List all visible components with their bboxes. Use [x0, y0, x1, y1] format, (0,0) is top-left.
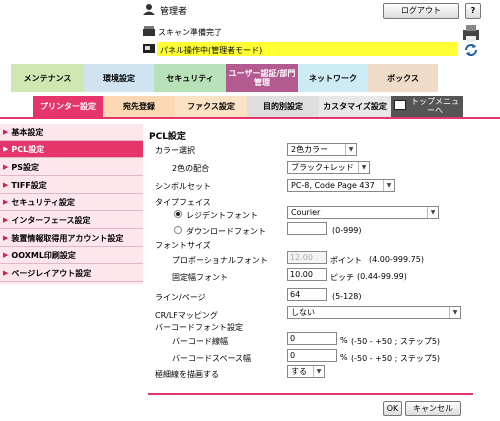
barcode-font-label: バーコードフォント設定 [155, 323, 243, 332]
sidebar-item-ps[interactable]: ▶ PS設定 [0, 159, 143, 176]
arrow-icon: ▶ [3, 145, 9, 153]
two-color-label: 2色の配合 [172, 164, 210, 173]
color-select-label: カラー選択 [155, 146, 195, 155]
cancel-button[interactable]: キャンセル [405, 401, 461, 416]
arrow-icon: ▶ [3, 198, 9, 206]
proportional-unit: ポイント [330, 256, 362, 265]
chevron-down-icon: ▼ [358, 162, 369, 173]
download-font-label: ダウンロードフォント [186, 227, 266, 236]
chevron-down-icon: ▼ [383, 180, 394, 191]
arrow-icon: ▶ [3, 181, 9, 189]
fixed-pitch-unit: ピッチ [330, 273, 354, 282]
panel-icon [142, 42, 156, 54]
symbol-set-label: シンボルセット [155, 182, 211, 191]
page-title: PCL設定 [149, 132, 186, 142]
proportional-font-label: プロポーショナルフォント [172, 256, 268, 265]
chevron-down-icon: ▼ [345, 144, 356, 155]
chevron-down-icon: ▼ [449, 307, 460, 318]
crlf-mapping-label: CR/LFマッピング [155, 311, 218, 320]
sidebar-item-ooxml[interactable]: ▶ OOXML印刷設定 [0, 247, 143, 264]
bar-space-range: (-50 - +50 ; ステップ5) [351, 354, 441, 363]
font-size-label: フォントサイズ [155, 241, 211, 250]
tab-divider [0, 117, 500, 119]
arrow-icon: ▶ [3, 269, 9, 277]
tab-network[interactable]: ネットワーク [298, 64, 368, 92]
bar-width-label: バーコード線幅 [172, 337, 228, 346]
tab-box[interactable]: ボックス [368, 64, 438, 92]
tab-environment[interactable]: 環境設定 [84, 64, 154, 92]
fixed-pitch-input[interactable]: 10.00 [287, 268, 327, 281]
resident-font-radio[interactable] [174, 210, 182, 218]
arrow-icon: ▶ [3, 128, 9, 136]
scanner-icon [142, 25, 156, 37]
printer-icon [460, 22, 482, 44]
refresh-icon[interactable] [463, 42, 479, 58]
sidebar-item-basic[interactable]: ▶ 基本設定 [0, 124, 143, 141]
lines-per-page-input[interactable]: 64 [287, 288, 327, 301]
typeface-label: タイプフェイス [155, 198, 211, 207]
tab-purpose-settings[interactable]: 目的別設定 [247, 96, 319, 117]
chevron-down-icon: ▼ [427, 207, 438, 218]
help-button[interactable]: ? [465, 3, 481, 19]
arrow-icon: ▶ [3, 216, 9, 224]
arrow-icon: ▶ [3, 234, 9, 242]
sidebar-item-pcl[interactable]: ▶ PCL設定 [0, 141, 143, 158]
bar-space-unit: % [340, 353, 348, 362]
ok-button[interactable]: OK [383, 401, 402, 416]
sidebar-item-interface[interactable]: ▶ インターフェース設定 [0, 212, 143, 229]
tab-customize-settings[interactable]: カスタマイズ設定 [319, 96, 391, 117]
bar-space-label: バーコードスペース幅 [172, 354, 252, 363]
fixed-pitch-label: 固定幅フォント [172, 273, 228, 282]
sidebar-item-security[interactable]: ▶ セキュリティ設定 [0, 194, 143, 211]
top-menu-button[interactable]: トップメニューへ [391, 96, 463, 117]
download-font-radio[interactable] [174, 226, 182, 234]
chevron-down-icon: ▼ [313, 366, 324, 377]
resident-font-select[interactable]: Courier ▼ [287, 206, 439, 219]
arrow-icon: ▶ [3, 163, 9, 171]
bar-width-unit: % [340, 336, 348, 345]
sidebar-item-tiff[interactable]: ▶ TIFF設定 [0, 177, 143, 194]
top-menu-label: トップメニューへ [411, 97, 459, 115]
color-select[interactable]: 2色カラー ▼ [287, 143, 357, 156]
tab-address-registration[interactable]: 宛先登録 [103, 96, 175, 117]
sidebar-item-device-info-account[interactable]: ▶ 装置情報取得用アカウント設定 [0, 230, 143, 247]
scan-status: スキャン準備完了 [158, 28, 222, 37]
download-font-range: (0-999) [332, 226, 362, 235]
bar-space-input[interactable]: 0 [287, 349, 337, 362]
arrow-icon: ▶ [3, 251, 9, 259]
thin-line-label: 極細線を描画する [155, 370, 219, 379]
download-font-input[interactable] [287, 222, 327, 235]
proportional-font-input: 12.00 [287, 251, 327, 264]
bar-width-input[interactable]: 0 [287, 332, 337, 345]
lines-per-page-range: (5-128) [332, 292, 362, 301]
tab-printer-settings[interactable]: プリンター設定 [33, 96, 103, 117]
fixed-pitch-range: (0.44-99.99) [357, 272, 407, 281]
tab-maintenance[interactable]: メンテナンス [11, 64, 84, 92]
symbol-set-select[interactable]: PC-8, Code Page 437 ▼ [287, 179, 395, 192]
crlf-mapping-select[interactable]: しない ▼ [287, 306, 461, 319]
sidebar-item-page-layout[interactable]: ▶ ページレイアウト設定 [0, 265, 143, 282]
panel-status: パネル操作中(管理者モード) [160, 46, 263, 55]
user-icon [142, 3, 156, 15]
tab-fax-settings[interactable]: ファクス設定 [175, 96, 247, 117]
user-name: 管理者 [160, 7, 188, 17]
bar-width-range: (-50 - +50 ; ステップ5) [351, 337, 441, 346]
tab-security[interactable]: セキュリティ [154, 64, 226, 92]
thin-line-select[interactable]: する ▼ [287, 365, 325, 378]
home-icon [394, 100, 406, 110]
lines-per-page-label: ライン/ページ [155, 293, 206, 302]
tab-user-auth[interactable]: ユーザー認証/部門管理 [226, 64, 298, 92]
proportional-range: (4.00-999.75) [369, 255, 424, 264]
footer-divider [148, 393, 473, 395]
two-color-select[interactable]: ブラック+レッド ▼ [287, 161, 370, 174]
logout-button[interactable]: ログアウト [383, 3, 459, 19]
resident-font-label: レジデントフォント [186, 211, 258, 220]
